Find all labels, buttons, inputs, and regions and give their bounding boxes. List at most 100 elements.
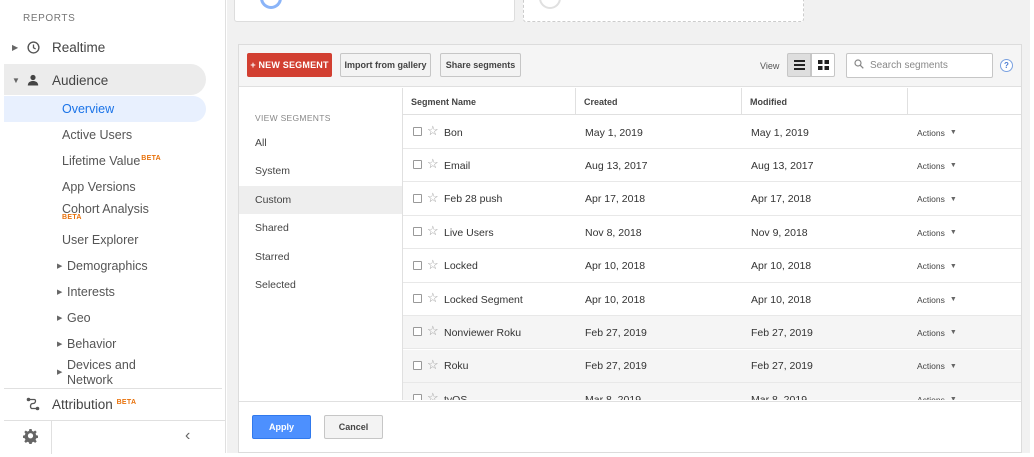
actions-label: Actions: [917, 294, 945, 305]
add-segment-card[interactable]: [523, 0, 804, 22]
progress-ring-icon: [260, 0, 282, 9]
actions-label: Actions: [917, 127, 945, 138]
list-view-icon: [793, 60, 805, 70]
chevron-left-icon[interactable]: ‹: [185, 427, 190, 445]
nav-devices-and-network[interactable]: Devices and Network: [67, 358, 136, 388]
list-view-button[interactable]: [787, 53, 811, 77]
sidebar-footer: ‹: [4, 420, 226, 454]
created-date: Apr 17, 2018: [585, 193, 646, 206]
view-segments-title: VIEW SEGMENTS: [255, 113, 331, 123]
view-label: View: [760, 61, 780, 71]
star-icon[interactable]: ☆: [427, 391, 439, 400]
row-checkbox[interactable]: [413, 227, 422, 237]
nav-geo[interactable]: Geo: [67, 311, 91, 325]
table-row[interactable]: ☆ Feb 28 push Apr 17, 2018 Apr 17, 2018 Acti…: [403, 182, 1021, 216]
col-modified[interactable]: Modified: [742, 88, 908, 115]
nav-demographics[interactable]: Demographics: [67, 259, 148, 273]
row-checkbox[interactable]: [413, 127, 422, 136]
reports-section-title: REPORTS: [23, 13, 76, 24]
filter-selected[interactable]: Selected: [239, 271, 402, 299]
card-view-button[interactable]: [811, 53, 835, 77]
actions-dropdown[interactable]: Actions ▼: [917, 116, 957, 149]
caret-down-icon: ▼: [949, 296, 957, 303]
filter-system[interactable]: System: [239, 157, 402, 185]
actions-dropdown[interactable]: Actions ▼: [917, 183, 957, 216]
nav-attribution[interactable]: Attribution BETA: [4, 389, 222, 419]
star-icon[interactable]: ☆: [427, 124, 439, 138]
new-segment-button[interactable]: + NEW SEGMENT: [247, 53, 332, 77]
star-icon[interactable]: ☆: [427, 224, 439, 238]
table-row[interactable]: ☆ tvOS Mar 8, 2019 Mar 8, 2019 Actions ▼: [403, 383, 1021, 400]
actions-dropdown[interactable]: Actions ▼: [917, 250, 957, 283]
nav-active-users[interactable]: Active Users: [62, 128, 132, 142]
caret-right-icon: ▶: [57, 341, 63, 348]
row-checkbox[interactable]: [413, 294, 422, 303]
filter-starred[interactable]: Starred: [239, 243, 402, 271]
share-segments-button[interactable]: Share segments: [440, 53, 521, 77]
star-icon[interactable]: ☆: [427, 357, 439, 372]
cancel-button[interactable]: Cancel: [324, 415, 383, 439]
star-icon[interactable]: ☆: [427, 190, 439, 205]
attribution-icon: [26, 397, 40, 411]
beta-badge: BETA: [62, 214, 82, 221]
star-icon[interactable]: ☆: [427, 291, 439, 305]
table-row[interactable]: ☆ Live Users Nov 8, 2018 Nov 9, 2018 Actions…: [403, 216, 1021, 250]
caret-right-icon: ▶: [57, 289, 63, 296]
actions-label: Actions: [917, 194, 945, 205]
star-icon[interactable]: ☆: [427, 257, 439, 272]
row-checkbox[interactable]: [413, 260, 422, 270]
filter-shared[interactable]: Shared: [239, 214, 402, 242]
caret-right-icon: ▶: [57, 315, 63, 322]
help-icon[interactable]: ?: [1000, 59, 1013, 72]
actions-label: Actions: [917, 261, 945, 272]
nav-lifetime-value[interactable]: Lifetime ValueBETA: [62, 154, 161, 168]
gear-icon[interactable]: [23, 429, 38, 449]
actions-dropdown[interactable]: Actions ▼: [917, 350, 957, 383]
nav-app-versions[interactable]: App Versions: [62, 180, 136, 194]
caret-down-icon: ▼: [12, 75, 20, 85]
search-icon: [854, 59, 864, 72]
row-checkbox[interactable]: [413, 360, 422, 370]
nav-behavior[interactable]: Behavior: [67, 337, 116, 351]
import-from-gallery-button[interactable]: Import from gallery: [340, 53, 431, 77]
table-row[interactable]: ☆ Nonviewer Roku Feb 27, 2019 Feb 27, 2019 A…: [403, 316, 1021, 350]
star-icon[interactable]: ☆: [427, 157, 439, 171]
actions-label: Actions: [917, 160, 945, 171]
actions-dropdown[interactable]: Actions ▼: [917, 316, 957, 349]
row-checkbox[interactable]: [413, 394, 422, 400]
col-created[interactable]: Created: [576, 88, 742, 115]
row-checkbox[interactable]: [413, 193, 422, 203]
star-icon[interactable]: ☆: [427, 324, 439, 338]
filter-all[interactable]: All: [239, 129, 402, 157]
nav-attribution-label: Attribution BETA: [52, 397, 136, 412]
summary-card: [234, 0, 515, 22]
row-checkbox[interactable]: [413, 327, 422, 337]
actions-dropdown[interactable]: Actions ▼: [917, 383, 957, 400]
table-row[interactable]: ☆ Email Aug 13, 2017 Aug 13, 2017 Actions ▼: [403, 149, 1021, 183]
modified-date: May 1, 2019: [751, 126, 809, 139]
nav-overview[interactable]: Overview: [62, 102, 114, 116]
apply-button[interactable]: Apply: [252, 415, 311, 439]
actions-dropdown[interactable]: Actions ▼: [917, 283, 957, 316]
segment-picker-panel: + NEW SEGMENT Import from gallery Share …: [238, 44, 1022, 453]
actions-dropdown[interactable]: Actions ▼: [917, 149, 957, 182]
caret-right-icon: ▶: [57, 263, 63, 270]
table-row[interactable]: ☆ Bon May 1, 2019 May 1, 2019 Actions ▼: [403, 116, 1021, 149]
table-row[interactable]: ☆ Locked Apr 10, 2018 Apr 10, 2018 Actions ▼: [403, 249, 1021, 283]
col-segment-name[interactable]: Segment Name: [403, 88, 576, 115]
created-date: May 1, 2019: [585, 126, 643, 139]
created-date: Apr 10, 2018: [585, 293, 646, 306]
row-checkbox[interactable]: [413, 160, 422, 170]
filter-custom[interactable]: Custom: [239, 186, 402, 214]
caret-right-icon: ▶: [57, 369, 63, 376]
nav-audience[interactable]: ▼ Audience: [4, 65, 222, 95]
table-row[interactable]: ☆ Roku Feb 27, 2019 Feb 27, 2019 Actions ▼: [403, 349, 1021, 383]
nav-user-explorer[interactable]: User Explorer: [62, 233, 138, 247]
empty-ring-icon: [539, 0, 561, 9]
search-segments-input[interactable]: [870, 57, 988, 74]
nav-realtime[interactable]: ▶ Realtime: [4, 32, 222, 62]
actions-dropdown[interactable]: Actions ▼: [917, 216, 957, 249]
table-row[interactable]: ☆ Locked Segment Apr 10, 2018 Apr 10, 2018 A…: [403, 283, 1021, 316]
nav-interests[interactable]: Interests: [67, 285, 115, 299]
segment-name: Roku: [444, 360, 469, 373]
